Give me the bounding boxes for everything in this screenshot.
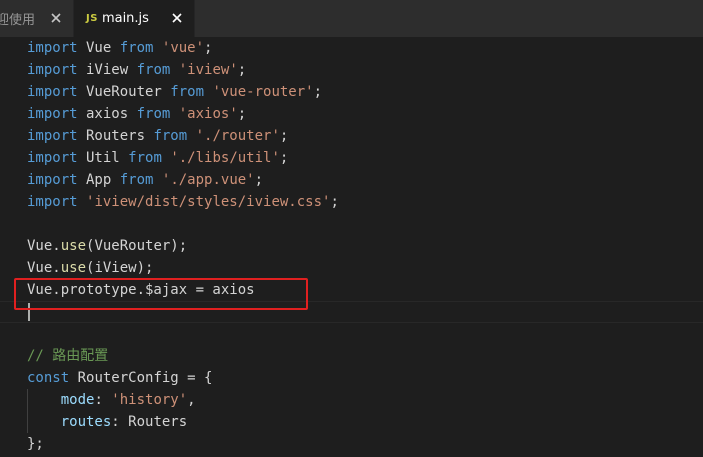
function-token: use bbox=[60, 238, 87, 254]
string-token: './router' bbox=[195, 128, 280, 144]
keyword-token: from bbox=[170, 84, 205, 100]
punctuation-token: ; bbox=[204, 40, 213, 56]
string-token: 'iview/dist/styles/iview.css' bbox=[86, 194, 331, 210]
keyword-token: import bbox=[27, 106, 78, 122]
code-line[interactable]: import Util from './libs/util'; bbox=[27, 147, 288, 169]
property-token: routes bbox=[60, 414, 112, 430]
code-line[interactable]: Vue.use(VueRouter); bbox=[27, 235, 187, 257]
punctuation-token: ; bbox=[237, 106, 247, 122]
keyword-token: from bbox=[136, 106, 171, 122]
punctuation-token: ; bbox=[254, 172, 264, 188]
code-line[interactable]: routes: Routers bbox=[27, 411, 187, 433]
punctuation-token: ; bbox=[279, 128, 289, 144]
comment-token: // 路由配置 bbox=[27, 348, 109, 364]
code-line[interactable]: import VueRouter from 'vue-router'; bbox=[27, 81, 322, 103]
punctuation-token: ; bbox=[237, 62, 247, 78]
identifier-token: axios bbox=[77, 106, 137, 122]
punctuation-token: ; bbox=[313, 84, 323, 100]
close-icon[interactable] bbox=[49, 11, 63, 25]
code-line[interactable]: mode: 'history', bbox=[27, 389, 196, 411]
identifier-token: Vue bbox=[77, 40, 120, 56]
keyword-token: const bbox=[27, 370, 70, 386]
punctuation-token: ; bbox=[279, 150, 289, 166]
punctuation-token: , bbox=[187, 392, 196, 408]
keyword-token: import bbox=[27, 194, 78, 210]
close-icon[interactable] bbox=[170, 11, 184, 25]
string-token: './libs/util' bbox=[170, 150, 280, 166]
keyword-token: from bbox=[153, 128, 188, 144]
keyword-token: from bbox=[119, 40, 154, 56]
identifier-token bbox=[27, 414, 61, 430]
editor-tab-bar: 迎使用 JS main.js bbox=[0, 0, 703, 38]
property-token: mode bbox=[60, 392, 95, 408]
identifier-token bbox=[78, 194, 86, 210]
code-line[interactable]: // 路由配置 bbox=[27, 345, 108, 367]
function-token: use bbox=[60, 260, 87, 276]
keyword-token: from bbox=[136, 62, 171, 78]
string-token: 'vue-router' bbox=[212, 84, 314, 100]
highlight-box-annotation bbox=[14, 278, 308, 310]
identifier-token bbox=[153, 172, 161, 188]
keyword-token: import bbox=[27, 128, 78, 144]
punctuation-token: : Routers bbox=[111, 414, 188, 430]
code-line[interactable]: import App from './app.vue'; bbox=[27, 169, 263, 191]
identifier-token bbox=[170, 106, 178, 122]
identifier-token: VueRouter bbox=[77, 84, 171, 100]
identifier-token: Util bbox=[77, 150, 129, 166]
identifier-token: Routers bbox=[77, 128, 154, 144]
identifier-token: App bbox=[77, 172, 120, 188]
code-line[interactable]: import iView from 'iview'; bbox=[27, 59, 246, 81]
indent-guide bbox=[27, 389, 28, 433]
identifier-token: RouterConfig = { bbox=[69, 370, 213, 386]
code-editor[interactable]: import Vue from 'vue'; import iView from … bbox=[0, 37, 703, 457]
identifier-token bbox=[27, 392, 61, 408]
punctuation-token: ; bbox=[330, 194, 339, 210]
code-line[interactable]: import axios from 'axios'; bbox=[27, 103, 246, 125]
javascript-file-icon: JS bbox=[86, 13, 98, 24]
identifier-token bbox=[187, 128, 195, 144]
tab-main-js[interactable]: JS main.js bbox=[74, 0, 195, 37]
code-line[interactable]: import 'iview/dist/styles/iview.css'; bbox=[27, 191, 339, 213]
keyword-token: from bbox=[119, 172, 154, 188]
punctuation-token: : bbox=[94, 392, 112, 408]
keyword-token: import bbox=[27, 62, 78, 78]
keyword-token: import bbox=[27, 84, 78, 100]
tab-welcome-label: 迎使用 bbox=[0, 13, 36, 28]
identifier-token bbox=[170, 62, 178, 78]
identifier-token bbox=[153, 40, 161, 56]
keyword-token: import bbox=[27, 150, 78, 166]
tab-welcome[interactable]: 迎使用 bbox=[0, 0, 74, 37]
string-token: './app.vue' bbox=[161, 172, 255, 188]
code-line[interactable]: import Routers from './router'; bbox=[27, 125, 288, 147]
punctuation-token: }; bbox=[27, 436, 44, 452]
identifier-token: Vue. bbox=[27, 238, 61, 254]
string-token: 'vue' bbox=[161, 40, 205, 56]
punctuation-token: (iView); bbox=[86, 260, 154, 276]
string-token: 'axios' bbox=[178, 106, 238, 122]
code-line[interactable]: const RouterConfig = { bbox=[27, 367, 212, 389]
punctuation-token: (VueRouter); bbox=[86, 238, 188, 254]
code-line[interactable]: import Vue from 'vue'; bbox=[27, 37, 212, 59]
keyword-token: from bbox=[128, 150, 162, 166]
identifier-token: Vue. bbox=[27, 260, 61, 276]
code-line[interactable]: Vue.use(iView); bbox=[27, 257, 153, 279]
tab-main-js-label: main.js bbox=[101, 11, 149, 26]
string-token: 'iview' bbox=[178, 62, 238, 78]
string-token: 'history' bbox=[111, 392, 188, 408]
keyword-token: import bbox=[27, 172, 78, 188]
keyword-token: import bbox=[27, 40, 78, 56]
code-line[interactable]: }; bbox=[27, 433, 44, 455]
identifier-token: iView bbox=[77, 62, 137, 78]
